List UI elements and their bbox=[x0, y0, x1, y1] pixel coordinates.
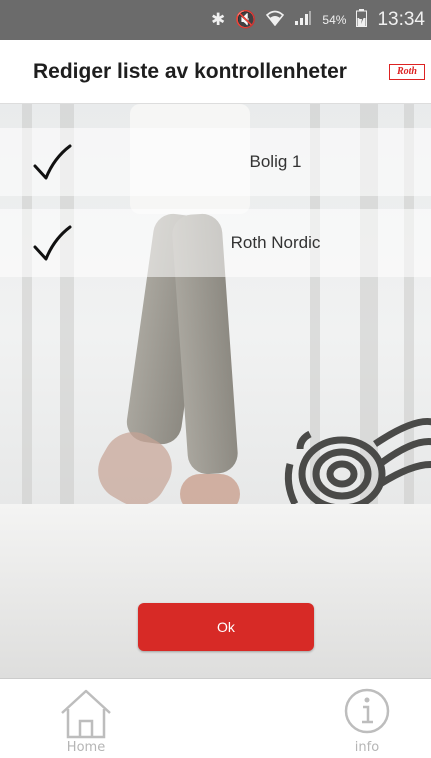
home-icon bbox=[61, 689, 111, 739]
device-row-bolig-1[interactable]: Bolig 1 bbox=[0, 128, 431, 196]
mute-icon: 🔇 bbox=[235, 10, 257, 29]
tab-info-label: info bbox=[354, 740, 380, 755]
wifi-icon bbox=[266, 10, 285, 31]
bluetooth-icon: ✱ bbox=[211, 10, 226, 29]
ok-button[interactable]: Ok bbox=[138, 603, 314, 651]
info-icon bbox=[344, 688, 390, 734]
tab-home-label: Home bbox=[66, 740, 106, 755]
page-title: Rediger liste av kontrollenheter bbox=[33, 59, 347, 83]
app-bar: Rediger liste av kontrollenheter Roth bbox=[0, 40, 431, 104]
tab-info[interactable]: info bbox=[337, 687, 397, 757]
checkmark-icon bbox=[33, 225, 72, 261]
clock: 13:34 bbox=[377, 9, 425, 30]
checkmark-icon bbox=[33, 144, 72, 180]
status-bar: ✱ 🔇 54% 13:34 bbox=[0, 0, 431, 40]
battery-percent: 54% bbox=[322, 13, 347, 27]
signal-icon bbox=[294, 10, 312, 31]
status-icons: ✱ 🔇 54% 13:34 bbox=[211, 8, 425, 32]
battery-icon bbox=[356, 8, 368, 32]
bottom-tab-bar: Home info bbox=[0, 678, 431, 758]
roth-logo: Roth bbox=[389, 64, 425, 80]
device-label: Bolig 1 bbox=[249, 152, 302, 171]
device-label: Roth Nordic bbox=[230, 233, 321, 252]
device-row-roth-nordic[interactable]: Roth Nordic bbox=[0, 209, 431, 277]
tab-home[interactable]: Home bbox=[56, 687, 116, 757]
